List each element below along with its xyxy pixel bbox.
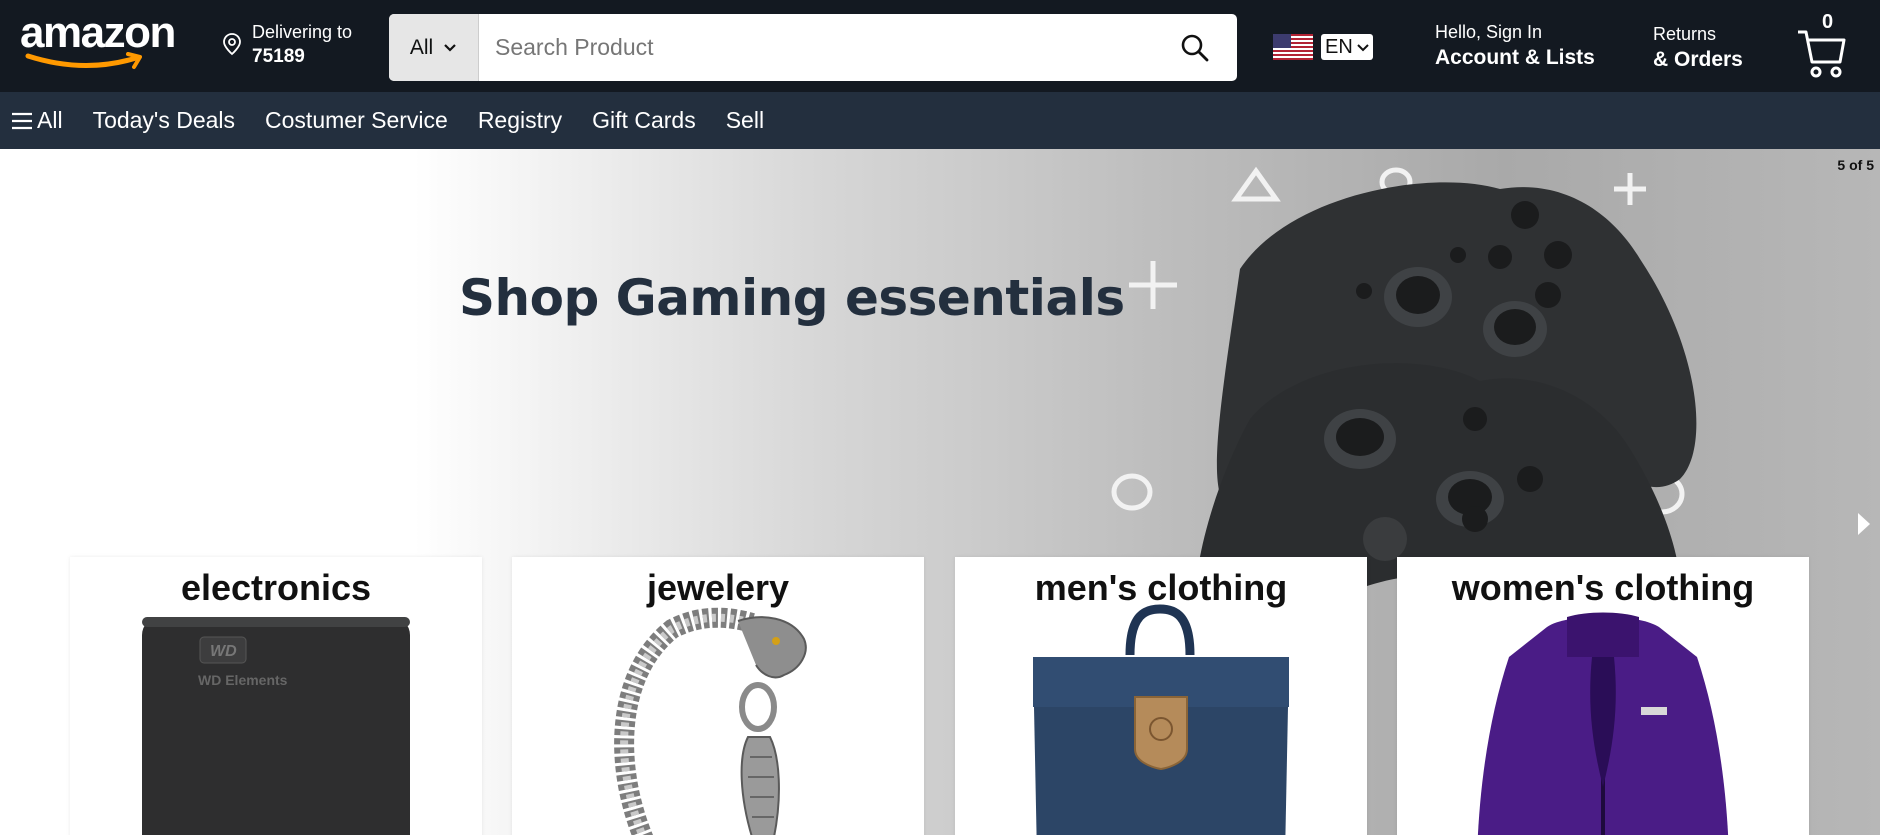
- deliver-to-location[interactable]: Delivering to 75189: [222, 20, 372, 70]
- search-button[interactable]: [1153, 14, 1237, 81]
- nav-sell[interactable]: Sell: [711, 107, 779, 134]
- account-lists-label: Account & Lists: [1435, 46, 1595, 69]
- us-flag-icon: [1273, 34, 1313, 60]
- category-card-jewelery[interactable]: jewelery: [512, 557, 924, 835]
- category-card-mens-clothing[interactable]: men's clothing: [955, 557, 1367, 835]
- hdd-model-label: WD Elements: [198, 672, 288, 688]
- search-category-select[interactable]: All: [389, 14, 479, 81]
- chevron-down-icon: [444, 43, 456, 52]
- nav-item-label: Costumer Service: [265, 107, 448, 133]
- search-icon: [1181, 34, 1209, 61]
- hdd-brand-logo: WD: [210, 643, 237, 660]
- nav-customer-service[interactable]: Costumer Service: [250, 107, 463, 134]
- nav-todays-deals[interactable]: Today's Deals: [78, 107, 250, 134]
- language-code: EN: [1321, 34, 1373, 60]
- search-category-label: All: [409, 35, 434, 59]
- category-title: women's clothing: [1451, 567, 1755, 608]
- nav-item-label: Registry: [477, 107, 563, 133]
- category-title: jewelery: [646, 567, 790, 608]
- language-selector[interactable]: EN: [1273, 34, 1373, 60]
- returns-label: Returns: [1653, 24, 1717, 44]
- account-and-lists[interactable]: Hello, Sign In Account & Lists: [1435, 22, 1595, 70]
- nav-item-label: Sell: [725, 107, 765, 133]
- cart-icon: [1798, 30, 1846, 78]
- category-title: electronics: [180, 567, 372, 608]
- carousel-slide-counter: 5 of 5: [1837, 157, 1874, 173]
- category-card-womens-clothing[interactable]: women's clothing: [1397, 557, 1809, 835]
- chevron-right-icon: [1858, 513, 1870, 535]
- nav-strip: All Today's Deals Costumer Service Regis…: [0, 92, 1880, 149]
- carousel-next-button[interactable]: [1856, 511, 1872, 542]
- search-input[interactable]: [479, 14, 1153, 81]
- cart-button[interactable]: 0: [1796, 10, 1856, 78]
- location-pin-icon: [223, 33, 241, 56]
- chevron-down-icon: [1357, 43, 1369, 51]
- hamburger-menu-icon: [12, 112, 32, 129]
- category-title: men's clothing: [1034, 567, 1288, 608]
- category-card-electronics[interactable]: WD WD Elements electronics: [70, 557, 482, 835]
- top-header: amazon Delivering to 75189 All Search Pr…: [0, 0, 1880, 92]
- nav-all-menu[interactable]: All: [0, 107, 78, 134]
- search-bar: All: [389, 14, 1237, 81]
- nav-item-label: All: [37, 107, 63, 133]
- logo-smile-icon: [25, 52, 142, 69]
- logo-wordmark: amazon: [20, 8, 176, 57]
- nav-gift-cards[interactable]: Gift Cards: [577, 107, 711, 134]
- nav-registry[interactable]: Registry: [463, 107, 577, 134]
- amazon-logo[interactable]: amazon: [18, 8, 188, 69]
- orders-label: & Orders: [1653, 48, 1743, 71]
- hero-headline: Shop Gaming essentials: [459, 269, 1125, 327]
- language-code-text: EN: [1325, 35, 1353, 58]
- account-greeting: Hello, Sign In: [1435, 22, 1543, 42]
- nav-item-label: Today's Deals: [92, 107, 236, 133]
- returns-and-orders[interactable]: Returns & Orders: [1653, 24, 1743, 72]
- nav-item-label: Gift Cards: [592, 107, 696, 133]
- deliver-zip: 75189: [252, 46, 305, 67]
- deliver-label: Delivering to: [252, 22, 353, 42]
